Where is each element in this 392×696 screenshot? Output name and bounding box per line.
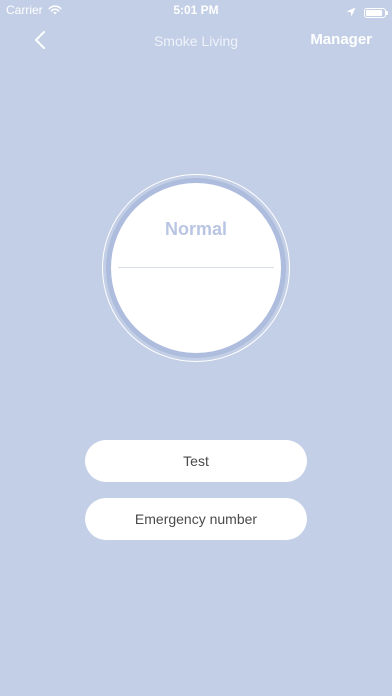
navigation-bar: Smoke Living Manager: [0, 22, 392, 60]
status-divider: [118, 267, 274, 268]
manager-button[interactable]: Manager: [310, 31, 372, 48]
status-dial: [111, 183, 281, 353]
emergency-number-button-label: Emergency number: [134, 511, 258, 527]
status-time: 5:01 PM: [173, 3, 219, 17]
test-button[interactable]: Test: [85, 440, 307, 482]
battery-icon: [364, 8, 388, 18]
emergency-number-button[interactable]: Emergency number: [85, 498, 307, 540]
location-arrow-icon: [346, 4, 356, 22]
status-right-icons: [346, 4, 388, 22]
test-button-label: Test: [183, 453, 209, 469]
status-bar: Carrier 5:01 PM: [0, 0, 392, 22]
status-label: Normal: [164, 219, 227, 239]
